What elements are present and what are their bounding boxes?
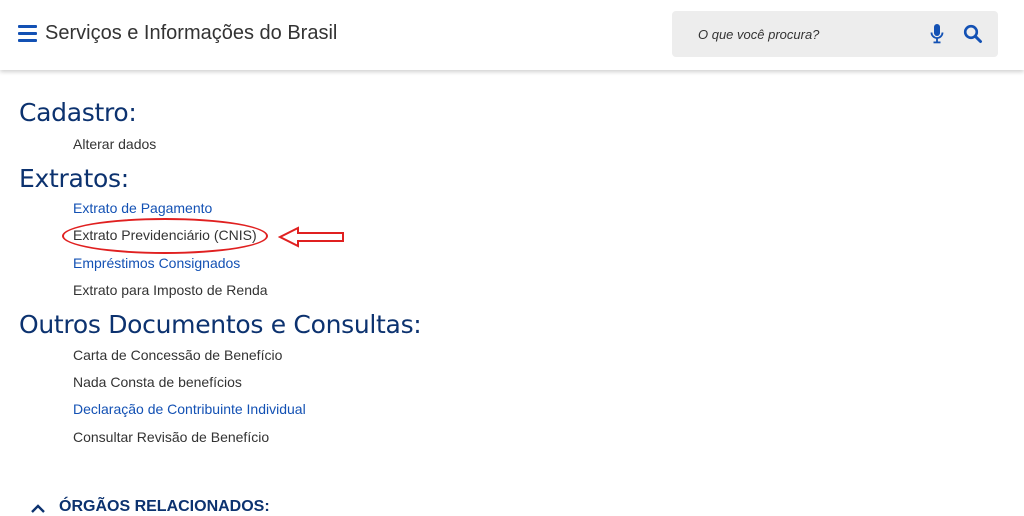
- section-title-outros-documentos: Outros Documentos e Consultas:: [19, 310, 422, 339]
- link-extrato-imposto-renda[interactable]: Extrato para Imposto de Renda: [73, 282, 268, 298]
- search-box: [672, 11, 998, 57]
- site-title[interactable]: Serviços e Informações do Brasil: [45, 22, 337, 45]
- hamburger-menu-icon[interactable]: [18, 25, 37, 42]
- link-declaracao-contribuinte[interactable]: Declaração de Contribuinte Individual: [73, 401, 306, 417]
- main-content: Cadastro: Alterar dados Extratos: Extrat…: [0, 70, 1024, 515]
- link-carta-concessao[interactable]: Carta de Concessão de Benefício: [73, 347, 282, 363]
- link-consultar-revisao[interactable]: Consultar Revisão de Benefício: [73, 429, 269, 445]
- search-input[interactable]: [692, 11, 928, 57]
- microphone-icon[interactable]: [930, 24, 944, 44]
- link-nada-consta[interactable]: Nada Consta de benefícios: [73, 374, 242, 390]
- magnifier-icon[interactable]: [963, 24, 983, 44]
- link-extrato-pagamento[interactable]: Extrato de Pagamento: [73, 200, 212, 216]
- link-emprestimos-consignados[interactable]: Empréstimos Consignados: [73, 255, 240, 271]
- annotation-arrow-icon: [278, 226, 344, 248]
- section-title-cadastro: Cadastro:: [19, 98, 137, 127]
- link-extrato-previdenciario-cnis[interactable]: Extrato Previdenciário (CNIS): [73, 227, 257, 243]
- link-alterar-dados[interactable]: Alterar dados: [73, 136, 156, 152]
- related-agencies-label: ÓRGÃOS RELACIONADOS:: [59, 498, 270, 515]
- section-title-extratos: Extratos:: [19, 164, 129, 193]
- site-header: Serviços e Informações do Brasil: [0, 0, 1024, 70]
